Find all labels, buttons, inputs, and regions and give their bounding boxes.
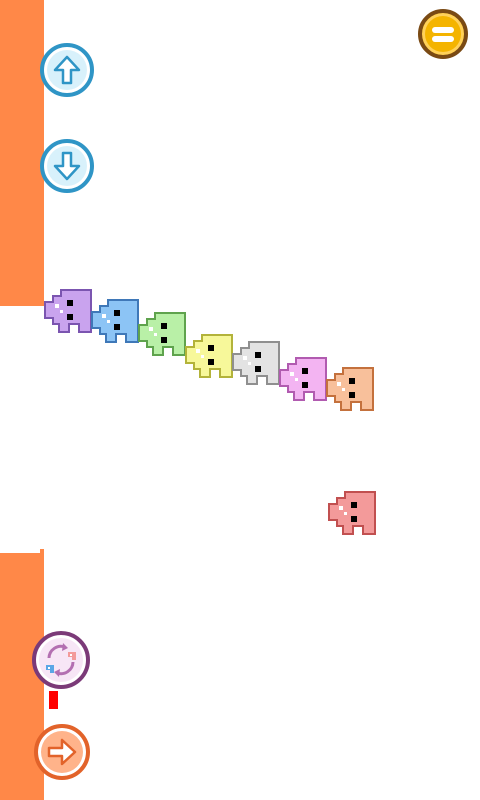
move-down-button[interactable] [40,139,94,193]
menu-icon [432,24,454,45]
creature-red-lone[interactable] [328,491,377,536]
wall-top-notch [30,300,44,306]
move-up-button[interactable] [40,43,94,97]
arrow-right-icon [47,738,77,766]
arrow-down-icon [53,151,81,181]
creature-orange[interactable] [326,367,375,412]
creature-purple[interactable] [44,289,93,334]
creature-green[interactable] [138,312,187,357]
swap-character-button[interactable] [32,631,90,689]
arrow-up-icon [53,55,81,85]
swap-character-icon [46,643,76,677]
menu-button[interactable] [418,9,468,59]
red-marker [49,691,58,709]
creature-yellow[interactable] [185,334,234,379]
move-right-button[interactable] [34,724,90,780]
creature-gray[interactable] [232,341,281,386]
wall-top [0,0,44,306]
creature-blue[interactable] [91,299,140,344]
wall-bottom-notch [40,549,44,555]
creature-pink[interactable] [279,357,328,402]
